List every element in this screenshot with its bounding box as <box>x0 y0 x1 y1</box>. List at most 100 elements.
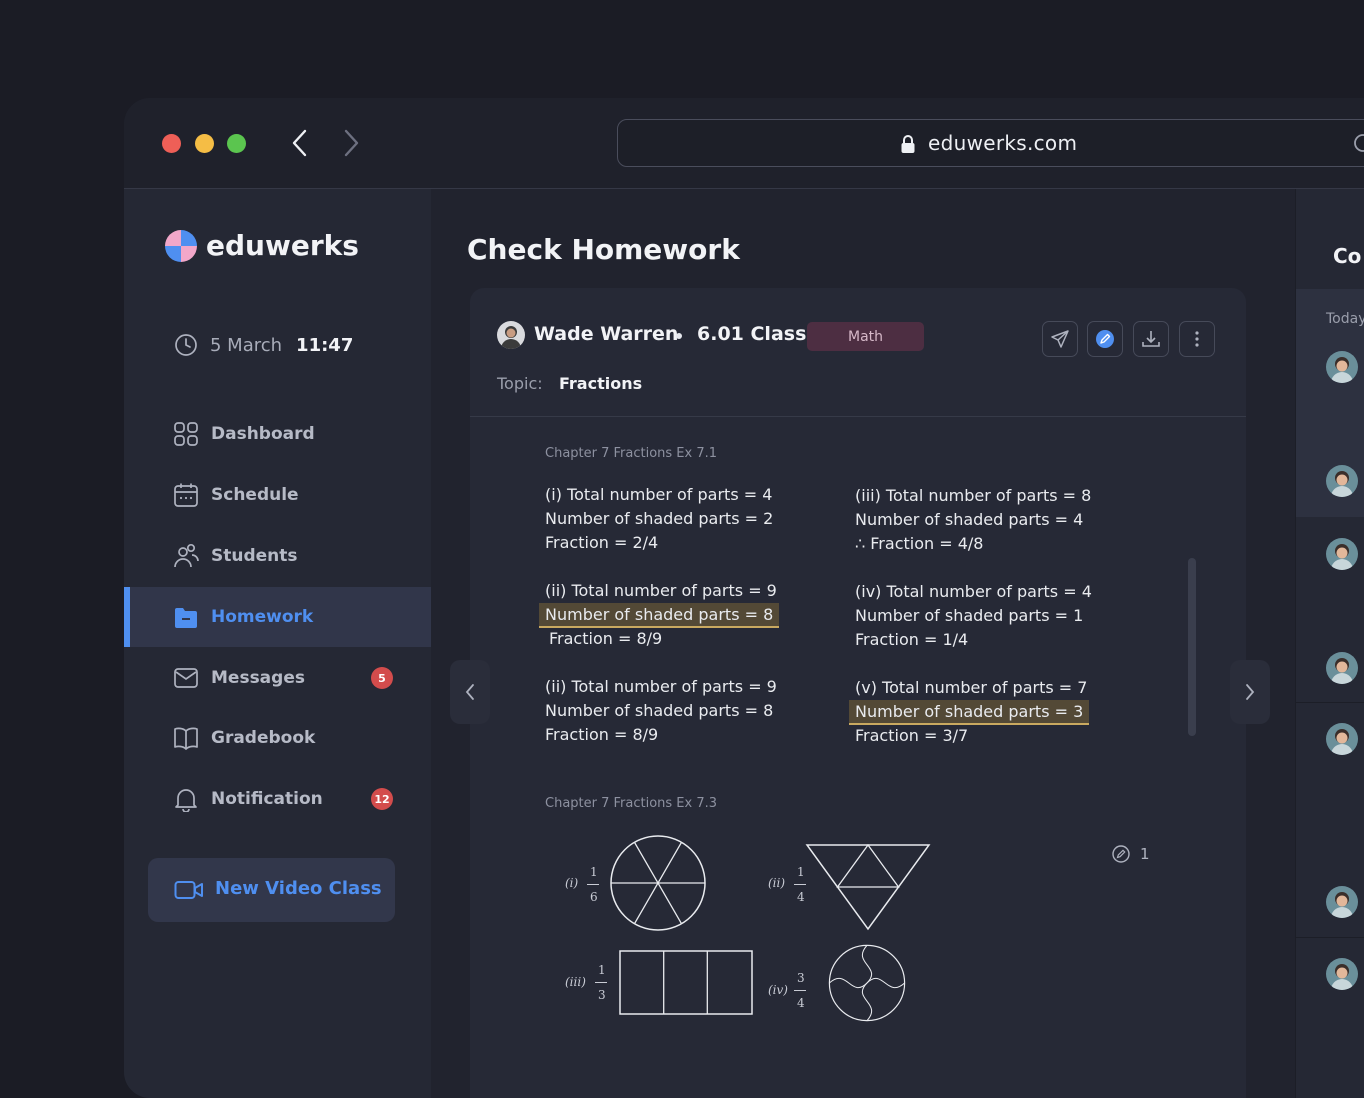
chevron-left-icon <box>465 684 474 700</box>
separator-dot <box>676 333 682 339</box>
triangle-quarters-figure <box>805 843 931 931</box>
send-button[interactable] <box>1042 321 1078 357</box>
divider <box>1296 702 1364 703</box>
figure-ii: (ii) 1 4 <box>765 833 945 933</box>
eduwerks-logo-icon <box>165 230 197 262</box>
users-icon <box>174 543 199 568</box>
sidebar-item-label: Homework <box>211 607 314 627</box>
avatar[interactable] <box>1326 465 1358 497</box>
video-camera-icon <box>174 881 203 899</box>
current-time: 11:47 <box>296 334 354 356</box>
minimize-window-button[interactable] <box>195 134 214 153</box>
avatar[interactable] <box>1326 958 1358 990</box>
today-label: Today <box>1326 311 1364 327</box>
right-panel-title: Co <box>1333 244 1362 268</box>
fraction-denominator: 4 <box>797 996 805 1010</box>
address-bar[interactable]: eduwerks.com <box>617 119 1364 167</box>
figure-label: (iii) <box>565 975 586 989</box>
new-video-class-button[interactable]: New Video Class <box>148 858 395 922</box>
answer-line: (iii) Total number of parts = 8 <box>855 486 1092 505</box>
highlighted-answer-line[interactable]: Number of shaded parts = 3 <box>849 700 1090 725</box>
fraction-denominator: 6 <box>590 890 598 904</box>
avatar[interactable] <box>1326 538 1358 570</box>
back-arrow-icon[interactable] <box>289 128 313 158</box>
more-vertical-icon <box>1195 331 1199 347</box>
calendar-icon <box>174 483 198 507</box>
answer-line: Number of shaded parts = 4 <box>855 510 1084 529</box>
mail-icon <box>174 668 198 688</box>
reload-icon[interactable] <box>1352 132 1364 154</box>
answer-line: (iv) Total number of parts = 4 <box>855 582 1092 601</box>
sidebar-item-label: Students <box>211 546 298 566</box>
homework-card-header: Wade Warren 6.01 Class Math Topic: Fract… <box>470 288 1246 417</box>
avatar[interactable] <box>1326 351 1358 383</box>
browser-window: eduwerks.com eduwerks 5 March 11:47 Dash… <box>124 98 1364 1098</box>
answer-line: (i) Total number of parts = 4 <box>545 485 773 504</box>
avatar[interactable] <box>1326 886 1358 918</box>
answer-line: ∴ Fraction = 4/8 <box>855 534 984 553</box>
sidebar-item-messages[interactable]: Messages 5 <box>124 648 431 708</box>
messages-badge: 5 <box>371 667 393 689</box>
answer-line: Number of shaded parts = 2 <box>545 509 774 528</box>
comment-pencil-icon[interactable] <box>1111 844 1131 864</box>
download-button[interactable] <box>1133 321 1169 357</box>
fraction-bar <box>595 982 607 983</box>
comment-count: 1 <box>1140 845 1150 863</box>
current-date: 5 March <box>210 334 283 356</box>
sidebar-item-label: Messages <box>211 668 305 688</box>
sidebar-item-label: Notification <box>211 789 323 809</box>
sidebar-item-label: Gradebook <box>211 728 316 748</box>
answer-line: Number of shaded parts = 1 <box>855 606 1084 625</box>
circle-sixths-figure <box>610 835 706 931</box>
answer-line: Fraction = 8/9 <box>549 629 663 648</box>
more-options-button[interactable] <box>1179 321 1215 357</box>
grid-icon <box>174 422 198 446</box>
student-name: Wade Warren <box>534 323 679 345</box>
sidebar-item-label: Dashboard <box>211 424 315 444</box>
new-video-class-label: New Video Class <box>215 878 382 899</box>
maximize-window-button[interactable] <box>227 134 246 153</box>
forward-arrow-icon[interactable] <box>340 128 364 158</box>
answer-line: Number of shaded parts = 8 <box>545 701 774 720</box>
fraction-denominator: 4 <box>797 890 805 904</box>
circle-swirl-figure <box>828 944 906 1022</box>
student-avatar <box>497 321 525 349</box>
topic-label: Topic: <box>497 374 543 393</box>
next-page-button[interactable] <box>1230 660 1270 724</box>
sidebar-item-label: Schedule <box>211 485 299 505</box>
chapter-heading: Chapter 7 Fractions Ex 7.1 <box>545 446 718 461</box>
sidebar-item-students[interactable]: Students <box>124 526 431 586</box>
topic-value: Fractions <box>559 374 643 393</box>
sidebar-item-schedule[interactable]: Schedule <box>124 465 431 525</box>
close-window-button[interactable] <box>162 134 181 153</box>
page-title: Check Homework <box>467 233 740 266</box>
fraction-bar <box>587 884 599 885</box>
fraction-numerator: 1 <box>797 865 805 879</box>
class-name: 6.01 Class <box>697 323 807 345</box>
avatar[interactable] <box>1326 652 1358 684</box>
answer-line: Fraction = 1/4 <box>855 630 969 649</box>
date-time: 5 March 11:47 <box>174 333 353 357</box>
sidebar-item-dashboard[interactable]: Dashboard <box>124 404 431 464</box>
fraction-bar <box>794 990 806 991</box>
chevron-right-icon <box>1246 684 1255 700</box>
avatar[interactable] <box>1326 723 1358 755</box>
sidebar-item-homework[interactable]: Homework <box>124 587 431 647</box>
previous-page-button[interactable] <box>450 660 490 724</box>
browser-toolbar: eduwerks.com <box>124 98 1364 189</box>
sidebar: eduwerks 5 March 11:47 Dashboard Schedul… <box>124 189 431 1098</box>
fraction-numerator: 1 <box>590 865 598 879</box>
answer-line: (ii) Total number of parts = 9 <box>545 677 777 696</box>
logo-text: eduwerks <box>206 229 359 262</box>
divider <box>1296 937 1364 938</box>
chapter-heading: Chapter 7 Fractions Ex 7.3 <box>545 796 718 811</box>
fraction-numerator: 1 <box>598 963 606 977</box>
sidebar-item-gradebook[interactable]: Gradebook <box>124 708 431 768</box>
highlighted-answer-line[interactable]: Number of shaded parts = 8 <box>539 603 780 628</box>
homework-card: Wade Warren 6.01 Class Math Topic: Fract… <box>470 288 1246 1098</box>
sidebar-item-notification[interactable]: Notification 12 <box>124 769 431 829</box>
answer-line: (v) Total number of parts = 7 <box>855 678 1088 697</box>
book-icon <box>174 727 198 750</box>
content-scrollbar[interactable] <box>1188 558 1196 736</box>
annotate-button[interactable] <box>1087 321 1123 357</box>
